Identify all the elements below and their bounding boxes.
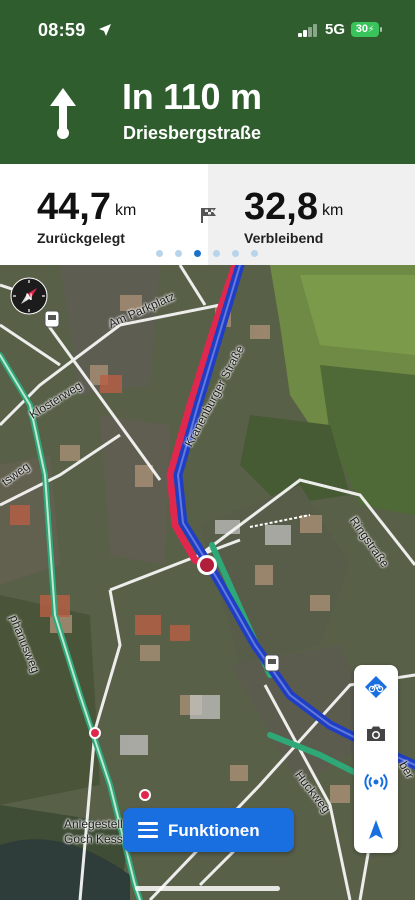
status-time: 08:59: [38, 20, 86, 40]
bus-stop-icon[interactable]: [264, 654, 280, 672]
home-indicator[interactable]: [135, 886, 280, 891]
svg-text:N: N: [26, 292, 33, 302]
navigation-header: 08:59 5G 30⚡ In 110 m Driesbergstraße: [0, 0, 415, 164]
page-dot[interactable]: [251, 250, 258, 257]
page-dot[interactable]: [213, 250, 220, 257]
functions-label: Funktionen: [168, 821, 260, 840]
page-dot-active[interactable]: [194, 250, 201, 257]
camera-button[interactable]: [354, 712, 398, 756]
satellite-map: [0, 265, 415, 900]
poi-label: Goch Kesse: [64, 832, 130, 846]
map-toolbar: [354, 665, 398, 853]
page-dot[interactable]: [156, 250, 163, 257]
poi-marker[interactable]: [139, 789, 151, 801]
network-type: 5G: [325, 21, 346, 38]
travelled-value: 44,7 km: [37, 186, 137, 228]
remaining-value: 32,8 km: [244, 186, 344, 228]
signal-icon: [298, 23, 318, 37]
broadcast-button[interactable]: [354, 760, 398, 804]
poi-marker[interactable]: [89, 727, 101, 739]
travelled-label: Zurückgelegt: [37, 230, 125, 246]
location-arrow-icon: [99, 24, 111, 36]
flag-icon: [201, 208, 216, 223]
battery-level: 30: [355, 23, 368, 35]
instruction-street: Driesbergstraße: [123, 123, 262, 143]
page-indicator[interactable]: [0, 248, 415, 260]
page-dot[interactable]: [232, 250, 239, 257]
instruction-distance: In 110 m: [122, 76, 262, 117]
bike-route-icon: [365, 676, 387, 698]
remaining-label: Verbleibend: [244, 230, 324, 246]
map-view[interactable]: Am Parkplatz Klosterweg tsweg Kranenburg…: [0, 265, 415, 900]
camera-icon: [367, 726, 385, 741]
poi-label: Anlegestell: [64, 817, 123, 831]
arrow-straight-icon: [50, 88, 76, 139]
battery-icon: 30⚡: [351, 22, 382, 37]
functions-button[interactable]: Funktionen: [123, 808, 294, 852]
menu-icon: [138, 822, 158, 838]
status-bar: 08:59 5G 30⚡: [0, 0, 415, 60]
bike-route-button[interactable]: [354, 665, 398, 709]
navigation-arrow-icon: [369, 820, 383, 839]
page-dot[interactable]: [175, 250, 182, 257]
broadcast-icon: [364, 773, 388, 791]
compass-icon[interactable]: N: [10, 277, 48, 315]
navigation-arrow-button[interactable]: [354, 808, 398, 852]
